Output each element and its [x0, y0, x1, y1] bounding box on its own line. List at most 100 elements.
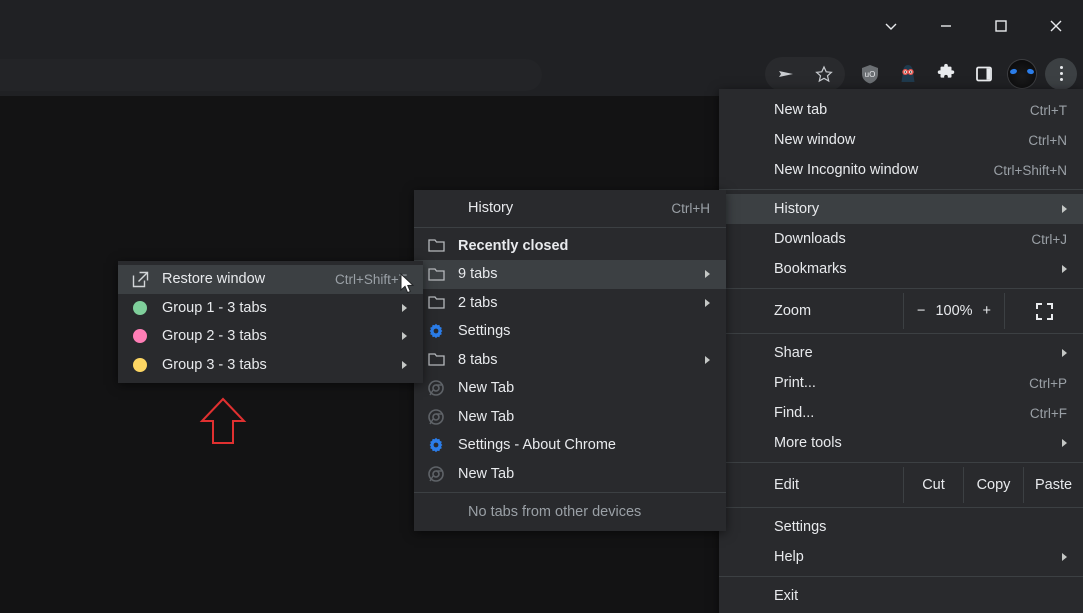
submenu-arrow-icon [402, 360, 407, 369]
folder-icon [424, 238, 448, 253]
menu-item-label: Bookmarks [774, 261, 847, 277]
minimize-icon[interactable] [918, 0, 973, 51]
tab-search-chevron-down-icon[interactable] [863, 0, 918, 51]
ublock-origin-icon[interactable]: uO [851, 55, 889, 93]
menu-item-accelerator: Ctrl+P [1029, 375, 1067, 391]
chrome-icon [424, 465, 448, 482]
omnibox-action-pill [765, 55, 845, 93]
history-item-label: 9 tabs [458, 266, 498, 283]
history-item-new-tab-3[interactable]: New Tab [414, 460, 726, 489]
history-item-label: Settings - About Chrome [458, 437, 616, 454]
history-item-label: New Tab [458, 380, 515, 397]
menu-item-history[interactable]: History [719, 194, 1083, 224]
submenu-arrow-icon [1062, 439, 1067, 447]
side-panel-icon[interactable] [965, 55, 1003, 93]
menu-item-bookmarks[interactable]: Bookmarks [719, 254, 1083, 284]
zoom-control-row: Zoom − 100% + [719, 293, 1083, 329]
zoom-in-button[interactable]: + [983, 303, 991, 319]
menu-item-find[interactable]: Find... Ctrl+F [719, 398, 1083, 428]
zoom-controls: − 100% + [903, 293, 1004, 329]
chrome-main-menu: New tab Ctrl+T New window Ctrl+N New Inc… [719, 89, 1083, 613]
folder-icon [424, 352, 448, 367]
history-header-item[interactable]: History Ctrl+H [414, 194, 726, 223]
submenu-arrow-icon [1062, 205, 1067, 213]
menu-item-new-tab[interactable]: New tab Ctrl+T [719, 95, 1083, 125]
browser-window: uO New tab Ctrl+T New window Ctrl+N New … [0, 0, 1083, 613]
menu-item-label: New window [774, 132, 856, 148]
close-icon[interactable] [1028, 0, 1083, 51]
history-item-label: Settings [458, 323, 511, 340]
history-item-label: 2 tabs [458, 294, 498, 311]
menu-item-label: Share [774, 345, 813, 361]
menu-separator [719, 507, 1083, 508]
menu-item-help[interactable]: Help [719, 542, 1083, 572]
menu-item-print[interactable]: Print... Ctrl+P [719, 368, 1083, 398]
history-item-8-tabs[interactable]: 8 tabs [414, 346, 726, 375]
avatar[interactable] [1003, 55, 1041, 93]
menu-item-label: Settings [774, 519, 827, 535]
maximize-icon[interactable] [973, 0, 1028, 51]
group-color-dot-icon [128, 329, 152, 344]
history-submenu: History Ctrl+H Recently closed 9 tabs 2 … [414, 190, 726, 531]
folder-icon [424, 295, 448, 310]
submenu-arrow-icon [1062, 553, 1067, 561]
submenu-arrow-icon [705, 355, 710, 364]
zoom-out-button[interactable]: − [917, 303, 925, 319]
submenu-arrow-icon [705, 270, 710, 279]
submenu-arrow-icon [705, 298, 710, 307]
menu-item-accelerator: Ctrl+N [1028, 132, 1067, 148]
title-bar [0, 0, 1083, 51]
zoom-level-value: 100% [935, 303, 973, 319]
submenu-arrow-icon [402, 303, 407, 312]
window-controls [863, 0, 1083, 51]
menu-item-new-window[interactable]: New window Ctrl+N [719, 125, 1083, 155]
fullscreen-button[interactable] [1004, 293, 1083, 329]
menu-item-accelerator: Ctrl+F [1029, 405, 1067, 421]
menu-item-settings[interactable]: Settings [719, 512, 1083, 542]
history-item-new-tab-2[interactable]: New Tab [414, 403, 726, 432]
share-send-icon[interactable] [767, 55, 805, 93]
menu-separator [719, 576, 1083, 577]
history-header-accelerator: Ctrl+H [671, 200, 710, 216]
menu-item-label: More tools [774, 435, 842, 451]
svg-text:uO: uO [865, 70, 876, 79]
menu-item-accelerator: Ctrl+T [1029, 102, 1067, 118]
history-item-new-tab-1[interactable]: New Tab [414, 374, 726, 403]
history-item-2-tabs[interactable]: 2 tabs [414, 289, 726, 318]
group-label: Group 3 - 3 tabs [162, 356, 267, 373]
menu-item-label: Downloads [774, 231, 846, 247]
menu-separator [719, 189, 1083, 190]
folder-icon [424, 267, 448, 282]
cut-button[interactable]: Cut [903, 467, 963, 503]
menu-item-share[interactable]: Share [719, 338, 1083, 368]
chrome-menu-icon[interactable] [1041, 55, 1079, 93]
history-item-settings-about-chrome[interactable]: Settings - About Chrome [414, 431, 726, 460]
history-item-settings[interactable]: Settings [414, 317, 726, 346]
gear-icon [424, 323, 448, 339]
groups-item-restore-window[interactable]: Restore window Ctrl+Shift+T [118, 265, 423, 294]
menu-item-accelerator: Ctrl+J [1031, 231, 1067, 247]
paste-button[interactable]: Paste [1023, 467, 1083, 503]
groups-item-group-2[interactable]: Group 2 - 3 tabs [118, 322, 423, 351]
menu-item-more-tools[interactable]: More tools [719, 428, 1083, 458]
menu-item-downloads[interactable]: Downloads Ctrl+J [719, 224, 1083, 254]
menu-item-new-incognito-window[interactable]: New Incognito window Ctrl+Shift+N [719, 155, 1083, 185]
menu-item-accelerator: Ctrl+Shift+N [993, 162, 1067, 178]
menu-item-label: History [774, 201, 820, 217]
groups-item-group-1[interactable]: Group 1 - 3 tabs [118, 294, 423, 323]
restore-window-accelerator: Ctrl+Shift+T [334, 271, 407, 287]
extension-character-icon[interactable] [889, 55, 927, 93]
no-other-devices-label: No tabs from other devices [468, 504, 642, 520]
bookmark-star-icon[interactable] [805, 55, 843, 93]
no-other-devices-note: No tabs from other devices [414, 497, 726, 527]
menu-item-exit[interactable]: Exit [719, 581, 1083, 611]
copy-button[interactable]: Copy [963, 467, 1023, 503]
group-label: Group 2 - 3 tabs [162, 328, 267, 345]
address-bar[interactable] [0, 59, 542, 91]
groups-item-group-3[interactable]: Group 3 - 3 tabs [118, 351, 423, 380]
menu-item-label: New Incognito window [774, 162, 919, 178]
history-item-label: New Tab [458, 465, 515, 482]
group-color-dot-icon [128, 300, 152, 315]
extensions-puzzle-icon[interactable] [927, 55, 965, 93]
history-item-9-tabs[interactable]: 9 tabs [414, 260, 726, 289]
